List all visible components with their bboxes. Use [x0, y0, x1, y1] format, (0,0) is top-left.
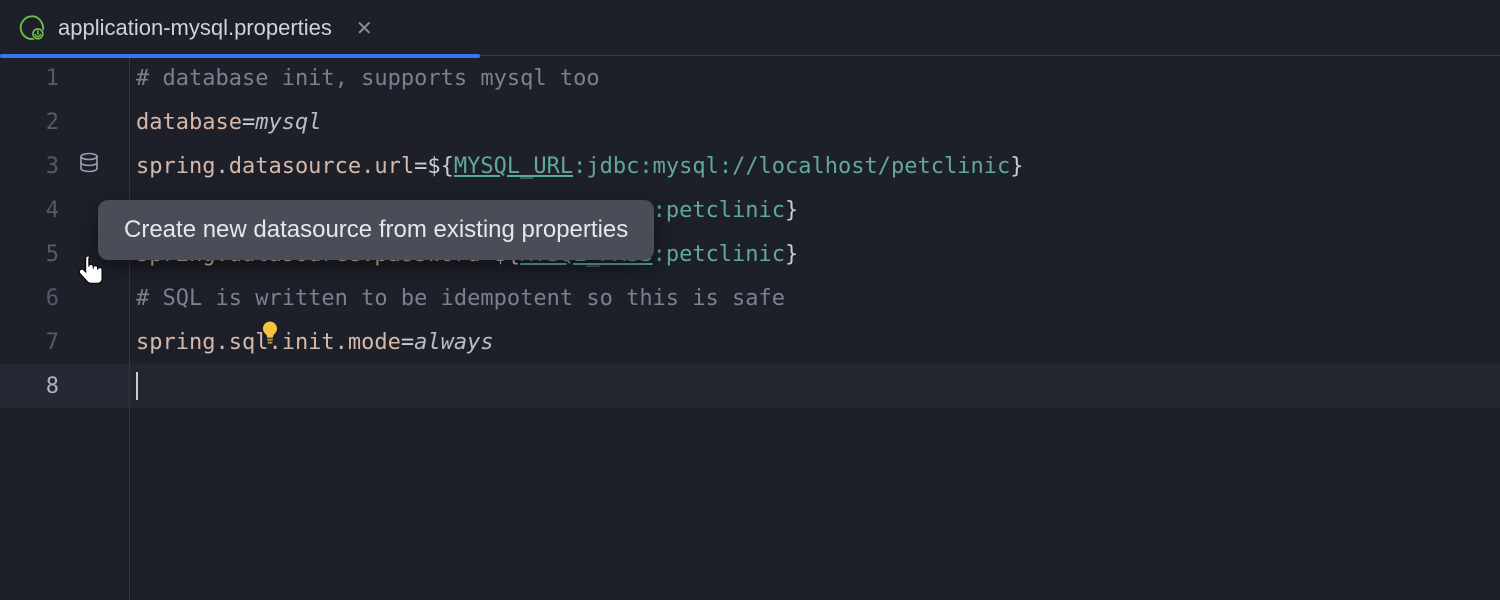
line-number: 4 — [46, 198, 59, 223]
code-line[interactable]: spring.datasource.url=${MYSQL_URL:jdbc:m… — [130, 144, 1500, 188]
gutter-line[interactable]: 1 — [0, 56, 129, 100]
colon-token: : — [653, 198, 666, 223]
line-number: 8 — [46, 374, 59, 399]
line-number: 7 — [46, 330, 59, 355]
lightbulb-icon[interactable] — [154, 296, 280, 376]
env-var-token: MYSQL_USER — [520, 198, 652, 223]
comment-token: # database init, supports mysql too — [136, 66, 600, 91]
gutter-line[interactable]: 7 — [0, 320, 129, 364]
key-token: spring.datasource.url — [136, 154, 414, 179]
env-var-token: MYSQL_URL — [454, 154, 573, 179]
brace-token: { — [507, 198, 520, 223]
literal-token: petclinic — [666, 198, 785, 223]
equals-token: = — [242, 110, 255, 135]
env-var-token: MYSQL_PASS — [520, 242, 652, 267]
literal-token: jdbc:mysql://localhost/petclinic — [586, 154, 1010, 179]
brace-token: } — [785, 242, 798, 267]
line-number: 5 — [46, 242, 59, 267]
line-number: 2 — [46, 110, 59, 135]
dollar-token: $ — [427, 154, 440, 179]
active-tab-indicator — [0, 54, 480, 58]
code-line[interactable]: # SQL is written to be idempotent so thi… — [130, 276, 1500, 320]
editor-tab[interactable]: application-mysql.properties ✕ — [0, 0, 391, 56]
tab-title: application-mysql.properties — [58, 15, 332, 41]
gutter-line[interactable]: 4 — [0, 188, 129, 232]
gutter-line[interactable]: 8 — [0, 364, 129, 408]
key-token: database — [136, 110, 242, 135]
spring-file-icon — [18, 14, 46, 42]
literal-token: petclinic — [666, 242, 785, 267]
brace-token: { — [441, 154, 454, 179]
text-caret — [136, 372, 138, 400]
gutter-line[interactable]: 6 — [0, 276, 129, 320]
code-area[interactable]: # database init, supports mysql too data… — [130, 56, 1500, 600]
brace-token: } — [1010, 154, 1023, 179]
close-tab-icon[interactable]: ✕ — [356, 16, 373, 41]
key-token: spring.datasource.username — [136, 198, 480, 223]
line-number: 3 — [46, 154, 59, 179]
equals-token: = — [480, 198, 493, 223]
gutter-line[interactable]: 3 — [0, 144, 129, 188]
dollar-token: $ — [494, 242, 507, 267]
code-line[interactable]: # database init, supports mysql too — [130, 56, 1500, 100]
colon-token: : — [573, 154, 586, 179]
code-line[interactable]: spring.datasource.password=${MYSQL_PASS:… — [130, 232, 1500, 276]
dollar-token: $ — [494, 198, 507, 223]
gutter-line[interactable]: 5 — [0, 232, 129, 276]
brace-token: } — [785, 198, 798, 223]
editor: 1 2 3 4 5 6 7 8 # database init, support… — [0, 56, 1500, 600]
tab-bar: application-mysql.properties ✕ — [0, 0, 1500, 56]
equals-token: = — [414, 154, 427, 179]
code-line[interactable] — [130, 364, 1500, 408]
code-line[interactable]: database=mysql — [130, 100, 1500, 144]
code-line[interactable]: spring.sql.init.mode=always — [130, 320, 1500, 364]
key-token: spring.datasource.password — [136, 242, 480, 267]
value-token: mysql — [255, 110, 321, 135]
database-gutter-icon[interactable] — [77, 151, 101, 181]
equals-token: = — [480, 242, 493, 267]
line-number: 1 — [46, 66, 59, 91]
gutter: 1 2 3 4 5 6 7 8 — [0, 56, 130, 600]
code-line[interactable]: spring.datasource.username=${MYSQL_USER:… — [130, 188, 1500, 232]
equals-token: = — [401, 330, 414, 355]
gutter-line[interactable]: 2 — [0, 100, 129, 144]
value-token: always — [414, 330, 493, 355]
line-number: 6 — [46, 286, 59, 311]
brace-token: { — [507, 242, 520, 267]
colon-token: : — [653, 242, 666, 267]
